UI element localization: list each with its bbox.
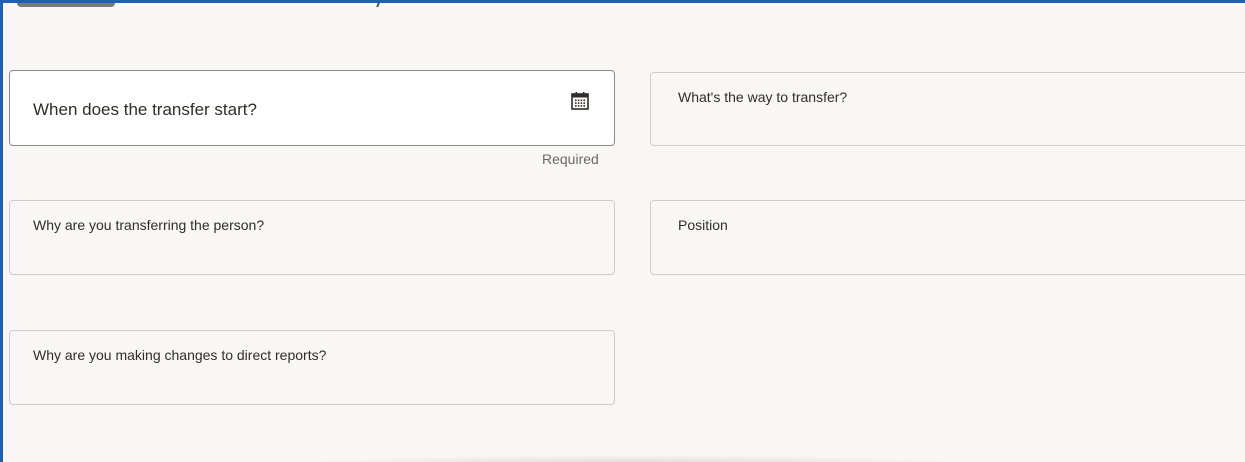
transfer-start-required-hint: Required <box>542 151 599 167</box>
calendar-icon[interactable] <box>570 91 590 111</box>
transfer-way-field[interactable]: What's the way to transfer? <box>650 72 1245 146</box>
direct-reports-reason-label: Why are you making changes to direct rep… <box>33 347 327 363</box>
form-panel: When does the transfer start? Required W <box>0 0 1245 462</box>
position-label: Position <box>678 217 728 233</box>
transfer-start-date-label: When does the transfer start? <box>33 100 257 119</box>
transfer-start-date-field[interactable]: When does the transfer start? <box>9 70 615 146</box>
transfer-reason-field[interactable]: Why are you transferring the person? <box>9 200 615 275</box>
transfer-way-label: What's the way to transfer? <box>678 89 848 105</box>
top-cutoff-element <box>17 3 115 7</box>
top-cutoff-mark <box>376 3 380 7</box>
bottom-shadow <box>293 455 973 462</box>
position-field[interactable]: Position <box>650 200 1245 275</box>
transfer-reason-label: Why are you transferring the person? <box>33 217 265 233</box>
direct-reports-reason-field[interactable]: Why are you making changes to direct rep… <box>9 330 615 405</box>
